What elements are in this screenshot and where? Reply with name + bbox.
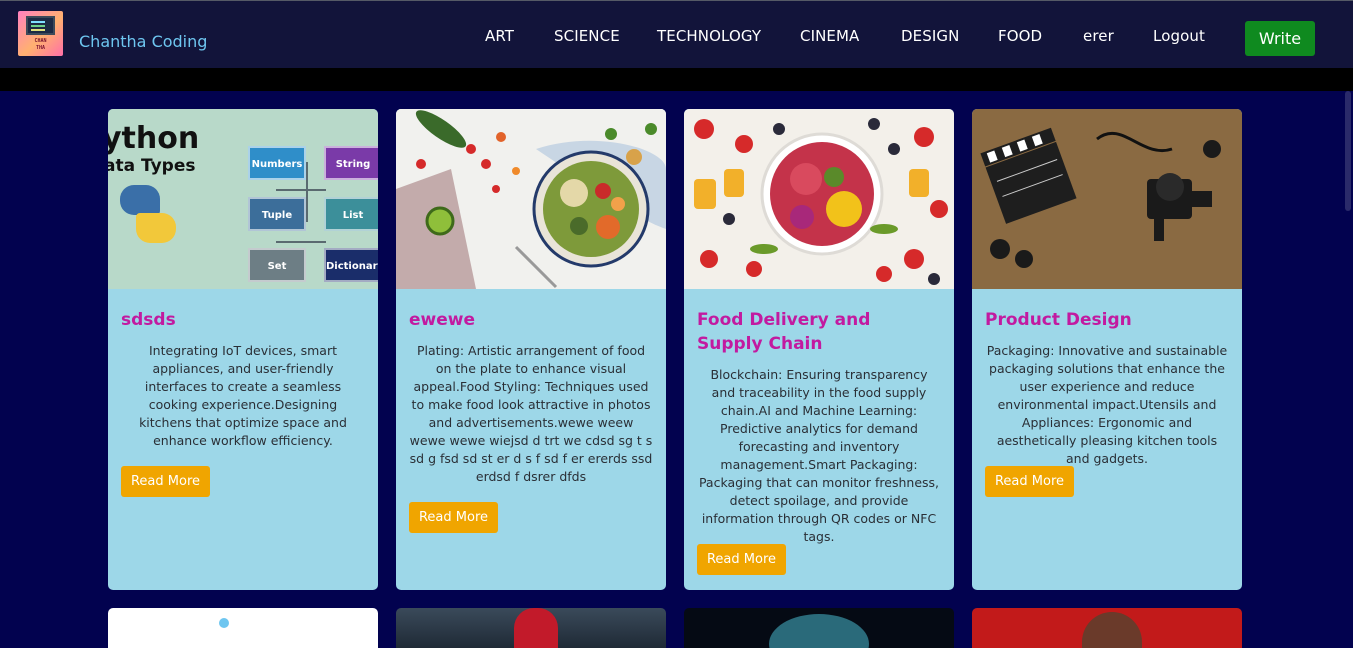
post-description: Packaging: Innovative and sustainable pa… <box>986 343 1228 466</box>
nav-link-user[interactable]: erer <box>1083 27 1114 45</box>
scrollbar-thumb[interactable] <box>1345 91 1351 211</box>
post-description: Plating: Artistic arrangement of food on… <box>409 343 653 484</box>
brand-name[interactable]: Chantha Coding <box>79 32 207 51</box>
diagram-connector <box>306 162 308 222</box>
post-description: Blockchain: Ensuring transparency and tr… <box>698 367 940 544</box>
logo-text-line-2: THA <box>35 45 46 51</box>
post-card-1: ython ata Types Numbers String Tuple Lis… <box>108 109 378 590</box>
post-image-salad-bowl <box>396 109 666 289</box>
fruit-photo <box>684 109 954 289</box>
header-spacer-bar <box>0 68 1353 91</box>
post-card-2: ewewe Plating: Artistic arrangement of f… <box>396 109 666 590</box>
read-more-button[interactable]: Read More <box>409 502 498 533</box>
site-logo[interactable]: CHAN THA <box>18 11 63 56</box>
diagram-box-tuple: Tuple <box>248 197 306 231</box>
post-card-6 <box>396 608 666 648</box>
nav-link-design[interactable]: DESIGN <box>901 27 959 45</box>
salad-photo <box>396 109 666 289</box>
post-image-fruit-bowl <box>684 109 954 289</box>
diagram-box-set: Set <box>248 248 306 282</box>
post-image-thumbnail <box>1082 612 1142 648</box>
logo-text-line-1: CHAN <box>34 38 47 44</box>
post-description: Integrating IoT devices, smart appliance… <box>139 343 347 448</box>
nav-link-art[interactable]: ART <box>485 27 514 45</box>
read-more-button[interactable]: Read More <box>697 544 786 575</box>
post-image-thumbnail <box>514 608 558 648</box>
diagram-box-string: String <box>324 146 378 180</box>
post-card-8 <box>972 608 1242 648</box>
post-card-4: Product Design Packaging: Innovative and… <box>972 109 1242 590</box>
nav-link-science[interactable]: SCIENCE <box>554 27 620 45</box>
read-more-button[interactable]: Read More <box>121 466 210 497</box>
post-title[interactable]: Product Design <box>985 308 1229 332</box>
post-title[interactable]: sdsds <box>121 308 365 332</box>
diagram-connector <box>276 189 326 191</box>
monitor-icon <box>26 16 55 35</box>
post-image-thumbnail <box>219 618 229 628</box>
nav-link-cinema[interactable]: CINEMA <box>800 27 859 45</box>
post-image-film-equipment <box>972 109 1242 289</box>
diagram-box-list: List <box>324 197 378 231</box>
diagram-connector <box>276 241 326 243</box>
nav-link-technology[interactable]: TECHNOLOGY <box>657 27 761 45</box>
post-title[interactable]: Food Delivery and Supply Chain <box>697 308 941 356</box>
post-card-5 <box>108 608 378 648</box>
post-image-thumbnail <box>769 614 869 648</box>
nav-link-food[interactable]: FOOD <box>998 27 1042 45</box>
image-heading: ython <box>108 121 200 156</box>
python-logo-icon-yellow <box>136 213 176 243</box>
post-card-7 <box>684 608 954 648</box>
image-subheading: ata Types <box>108 156 196 176</box>
post-image-python-data-types: ython ata Types Numbers String Tuple Lis… <box>108 109 378 289</box>
python-logo-icon <box>120 185 160 215</box>
read-more-button[interactable]: Read More <box>985 466 1074 497</box>
diagram-box-numbers: Numbers <box>248 146 306 180</box>
post-title[interactable]: ewewe <box>409 308 653 332</box>
write-button[interactable]: Write <box>1245 21 1315 56</box>
page-scrollbar[interactable] <box>1343 91 1353 642</box>
clapperboard-photo <box>972 109 1242 289</box>
post-card-3: Food Delivery and Supply Chain Blockchai… <box>684 109 954 590</box>
logout-link[interactable]: Logout <box>1153 27 1205 45</box>
navbar: CHAN THA Chantha Coding ART SCIENCE TECH… <box>0 0 1353 68</box>
diagram-box-dictionary: Dictionary <box>324 248 378 282</box>
